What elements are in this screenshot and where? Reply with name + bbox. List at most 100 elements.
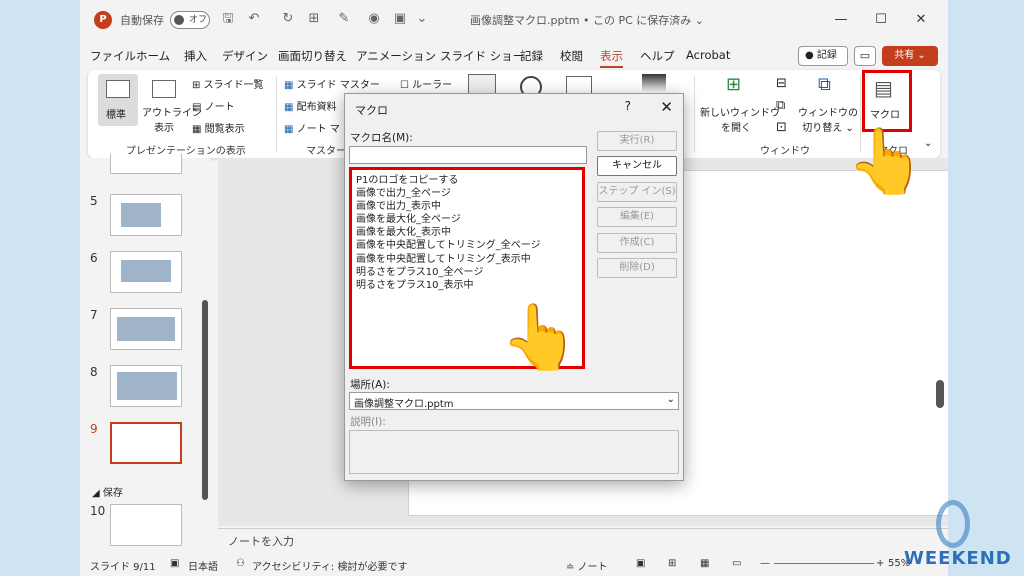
dialog-close-icon[interactable]: ✕: [660, 98, 673, 116]
section-header[interactable]: ◢ 保存: [92, 484, 123, 499]
slide-thumbnail-selected[interactable]: [110, 422, 182, 464]
tab-transitions[interactable]: 画面切り替え: [278, 48, 347, 64]
macro-list-item[interactable]: 明るさをプラス10_表示中: [356, 279, 578, 292]
tab-animations[interactable]: アニメーション: [356, 48, 436, 64]
zoom-in-icon[interactable]: +: [876, 558, 884, 569]
slide-sorter-button[interactable]: ⊞ スライド一覧: [192, 76, 264, 91]
slide-number: 6: [90, 251, 98, 265]
zoom-out-icon[interactable]: —: [760, 558, 770, 569]
run-button[interactable]: 実行(R): [597, 131, 677, 151]
outline-view-button[interactable]: アウトライン 表示: [142, 74, 202, 134]
reading-view-icon[interactable]: ▦: [700, 558, 709, 569]
create-button[interactable]: 作成(C): [597, 233, 677, 253]
tab-insert[interactable]: 挿入: [184, 48, 207, 64]
slide-thumbnail[interactable]: [110, 154, 182, 174]
tab-view[interactable]: 表示: [600, 48, 623, 68]
powerpoint-logo-icon: P: [94, 11, 112, 29]
slide-master-button[interactable]: ▦ スライド マスター: [284, 76, 380, 91]
handout-master-button[interactable]: ▦ 配布資料: [284, 98, 337, 113]
macro-name-input[interactable]: [349, 146, 587, 164]
undo-icon[interactable]: ↶: [246, 11, 262, 27]
slide-thumbnail[interactable]: [110, 504, 182, 546]
color-grayscale-icon[interactable]: [642, 74, 666, 92]
slide-master-label: スライド マスター: [296, 80, 380, 91]
macro-list-item[interactable]: P1のロゴをコピーする: [356, 174, 578, 187]
form-icon[interactable]: ▣: [392, 11, 408, 27]
tab-home[interactable]: ホーム: [136, 48, 170, 64]
edit-button[interactable]: 編集(E): [597, 207, 677, 227]
tab-review[interactable]: 校閲: [560, 48, 583, 64]
macro-list-item[interactable]: 明るさをプラス10_全ページ: [356, 266, 578, 279]
description-label: 説明(I):: [350, 416, 386, 428]
slide-thumbnail[interactable]: [110, 194, 182, 236]
macro-list-item[interactable]: 画像を最大化_表示中: [356, 226, 578, 239]
save-icon[interactable]: 🖫: [220, 11, 236, 27]
slide-number: 5: [90, 194, 98, 208]
language-label[interactable]: 日本語: [188, 558, 218, 573]
tab-file[interactable]: ファイル: [90, 48, 136, 64]
tab-design[interactable]: デザイン: [222, 48, 268, 64]
notes-master-button[interactable]: ▦ ノート マ: [284, 120, 340, 135]
notes-pane[interactable]: ノートを入力: [218, 528, 948, 550]
share-button[interactable]: 共有 ⌄: [882, 46, 938, 66]
comments-icon[interactable]: ▭: [854, 46, 876, 66]
vertical-scrollbar[interactable]: [936, 380, 944, 408]
spellcheck-icon[interactable]: ▣: [170, 558, 179, 569]
zoom-slider[interactable]: [774, 563, 874, 564]
slide-number: 7: [90, 308, 98, 322]
minimize-button[interactable]: —: [826, 8, 856, 32]
switch-windows-icon: ⧉: [818, 74, 831, 95]
record-button[interactable]: ● 記録: [798, 46, 848, 66]
slide-number: 8: [90, 365, 98, 379]
arrange-all-icon[interactable]: ⊟: [776, 76, 787, 91]
accessibility-icon[interactable]: ⚇: [236, 558, 245, 569]
ribbon-divider: [276, 76, 277, 152]
macro-list-item[interactable]: 画像を中央配置してトリミング_全ページ: [356, 239, 578, 252]
step-into-button[interactable]: ステップ イン(S): [597, 182, 677, 202]
normal-view-icon[interactable]: ▣: [636, 558, 645, 569]
slideshow-icon[interactable]: ▭: [732, 558, 741, 569]
cancel-button[interactable]: キャンセル: [597, 156, 677, 176]
notes-master-label: ノート マ: [296, 124, 340, 135]
normal-view-button[interactable]: 標準: [98, 74, 138, 126]
slide-thumbnail[interactable]: [110, 365, 182, 407]
cascade-icon[interactable]: ⧉: [776, 98, 785, 113]
record-icon[interactable]: ◉: [366, 11, 382, 27]
normal-view-label: 標準: [106, 110, 126, 121]
slide-sorter-icon[interactable]: ⊞: [668, 558, 676, 569]
close-button[interactable]: ✕: [906, 8, 936, 32]
notes-toggle[interactable]: ≐ ノート: [566, 558, 608, 573]
reading-view-button[interactable]: ▦ 閲覧表示: [192, 120, 245, 135]
macro-list-item[interactable]: 画像で出力_全ページ: [356, 187, 578, 200]
slide-sorter-label: スライド一覧: [203, 80, 264, 91]
redo-icon[interactable]: ↻: [280, 11, 296, 27]
slide-thumbnail[interactable]: [110, 251, 182, 293]
accessibility-status[interactable]: アクセシビリティ: 検討が必要です: [252, 558, 407, 573]
customize-qat-icon[interactable]: ⌄: [414, 11, 430, 27]
delete-button[interactable]: 削除(D): [597, 258, 677, 278]
outline-view-label: アウトライン 表示: [142, 108, 202, 134]
ruler-checkbox[interactable]: ☐ ルーラー: [400, 76, 452, 91]
autosave-toggle[interactable]: オフ: [170, 11, 210, 29]
help-button[interactable]: ?: [625, 99, 631, 113]
location-label: 場所(A):: [350, 379, 390, 391]
new-window-button[interactable]: ⊞ 新しいウィンドウ を開く: [700, 74, 780, 134]
slide-number: 10: [90, 504, 106, 518]
notes-page-button[interactable]: ▤ ノート: [192, 98, 235, 113]
tab-slideshow[interactable]: スライド ショー: [440, 48, 524, 64]
draw-icon[interactable]: ✎: [336, 11, 352, 27]
new-window-icon: ⊞: [726, 74, 742, 95]
tab-record[interactable]: 記録: [520, 48, 543, 64]
tab-help[interactable]: ヘルプ: [640, 48, 675, 64]
macro-list-item[interactable]: 画像を最大化_全ページ: [356, 213, 578, 226]
location-select[interactable]: 画像調整マクロ.pptm ⌄: [349, 392, 679, 410]
macro-list-item[interactable]: 画像を中央配置してトリミング_表示中: [356, 253, 578, 266]
maximize-button[interactable]: ☐: [866, 8, 896, 32]
present-icon[interactable]: ⊞: [306, 11, 322, 27]
thumbnail-scrollbar[interactable]: [202, 300, 208, 500]
tab-acrobat[interactable]: Acrobat: [686, 48, 730, 62]
move-split-icon[interactable]: ⊡: [776, 120, 787, 135]
slide-thumbnail[interactable]: [110, 308, 182, 350]
macro-list-item[interactable]: 画像で出力_表示中: [356, 200, 578, 213]
new-window-label: 新しいウィンドウ を開く: [700, 108, 780, 134]
